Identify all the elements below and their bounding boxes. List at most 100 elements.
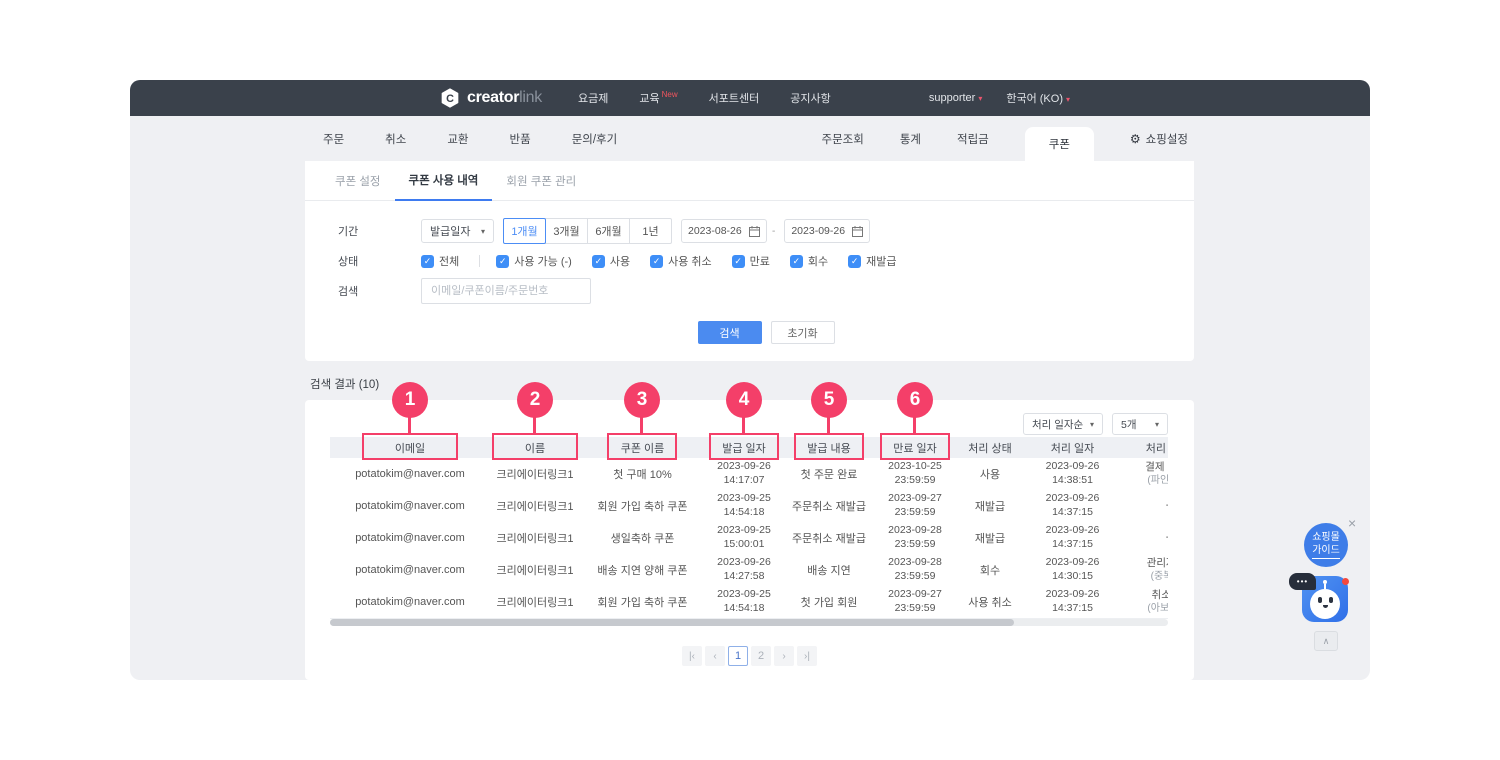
status-checkbox-use-cancel[interactable]: ✓사용 취소 bbox=[650, 253, 712, 269]
time-line: 23:59:59 bbox=[875, 602, 955, 616]
top-navbar: C creatorlink 요금제 교육New 서포트센터 공지사항 suppo… bbox=[130, 80, 1370, 116]
subnav-item-orders[interactable]: 주문 bbox=[323, 131, 344, 147]
date-range-separator: - bbox=[772, 226, 775, 237]
top-menu: 요금제 교육New 서포트센터 공지사항 bbox=[578, 90, 831, 106]
date-line: 2023-09-26 bbox=[1025, 588, 1120, 602]
sort-order-select[interactable]: 처리 일자순 ▾ bbox=[1023, 413, 1103, 435]
cell-email: potatokim@naver.com bbox=[330, 532, 490, 544]
subnav-item-statistics[interactable]: 통계 bbox=[900, 131, 921, 147]
detail-line: - bbox=[1120, 499, 1168, 513]
table-row: potatokim@naver.com 크리에이터링크1 생일축하 쿠폰 202… bbox=[330, 522, 1168, 554]
date-line: 2023-09-28 bbox=[875, 556, 955, 570]
status-checkbox-all[interactable]: ✓전체 bbox=[421, 253, 459, 269]
subnav-item-exchange[interactable]: 교환 bbox=[447, 131, 468, 147]
horizontal-scrollbar-thumb[interactable] bbox=[330, 619, 1014, 626]
table-row: potatokim@naver.com 크리에이터링크1 배송 지연 양해 쿠폰… bbox=[330, 554, 1168, 586]
shop-settings-link[interactable]: ⚙ 쇼핑설정 bbox=[1130, 131, 1188, 147]
sort-order-value: 처리 일자순 bbox=[1032, 417, 1083, 432]
cell-issue-detail: 주문취소 재발급 bbox=[783, 498, 875, 514]
account-dropdown[interactable]: supporter▾ bbox=[929, 92, 983, 104]
date-to-input[interactable]: 2023-09-26 bbox=[784, 219, 870, 243]
shop-guide-bubble[interactable]: 쇼핑몰 가이드 bbox=[1304, 523, 1348, 567]
time-line: 14:38:51 bbox=[1025, 474, 1120, 488]
cell-email: potatokim@naver.com bbox=[330, 468, 490, 480]
cell-process-status: 사용 취소 bbox=[955, 594, 1025, 610]
horizontal-scrollbar-track[interactable] bbox=[330, 619, 1168, 626]
pagination-next-button[interactable]: › bbox=[774, 646, 794, 666]
date-type-select[interactable]: 발급일자 ▾ bbox=[421, 219, 494, 243]
range-3month-button[interactable]: 3개월 bbox=[545, 218, 588, 244]
cell-expire-date: 2023-09-2723:59:59 bbox=[875, 588, 955, 615]
cell-coupon-name: 회원 가입 축하 쿠폰 bbox=[580, 594, 705, 610]
time-line: 14:37:15 bbox=[1025, 602, 1120, 616]
date-line: 2023-09-25 bbox=[705, 588, 783, 602]
cell-issue-date: 2023-09-2514:54:18 bbox=[705, 588, 783, 615]
detail-subline: (파인애플 bbox=[1120, 474, 1168, 487]
subnav-item-order-search[interactable]: 주문조회 bbox=[821, 131, 863, 147]
top-menu-notice[interactable]: 공지사항 bbox=[790, 90, 830, 106]
date-from-input[interactable]: 2023-08-26 bbox=[681, 219, 767, 243]
status-checkbox-expired[interactable]: ✓만료 bbox=[732, 253, 770, 269]
callout-1: 1 bbox=[392, 382, 428, 418]
scroll-to-top-button[interactable]: ∧ bbox=[1314, 631, 1338, 651]
subnav-item-points[interactable]: 적립금 bbox=[957, 131, 989, 147]
time-line: 14:54:18 bbox=[705, 602, 783, 616]
guide-close-icon[interactable]: × bbox=[1348, 516, 1356, 530]
cell-expire-date: 2023-10-2523:59:59 bbox=[875, 460, 955, 487]
col-header-process-date: 처리 일자 bbox=[1025, 440, 1120, 456]
top-menu-pricing[interactable]: 요금제 bbox=[578, 90, 608, 106]
pagination-page-1[interactable]: 1 bbox=[728, 646, 748, 666]
cell-issue-detail: 주문취소 재발급 bbox=[783, 530, 875, 546]
filter-buttons: 검색 초기화 bbox=[338, 321, 1194, 344]
filter-form: 기간 발급일자 ▾ 1개월 3개월 6개월 1년 2023-08-26 bbox=[305, 201, 1194, 344]
status-label: 상태 bbox=[338, 253, 421, 269]
search-button[interactable]: 검색 bbox=[698, 321, 762, 344]
search-input[interactable] bbox=[421, 278, 591, 304]
status-checkbox-used[interactable]: ✓사용 bbox=[592, 253, 630, 269]
date-line: 2023-09-26 bbox=[1025, 460, 1120, 474]
range-1year-button[interactable]: 1년 bbox=[629, 218, 672, 244]
page-size-select[interactable]: 5개 ▾ bbox=[1112, 413, 1168, 435]
top-menu-support-center[interactable]: 서포트센터 bbox=[709, 90, 760, 106]
time-line: 23:59:59 bbox=[875, 506, 955, 520]
status-checkbox-retrieved[interactable]: ✓회수 bbox=[790, 253, 828, 269]
checkbox-checked-icon: ✓ bbox=[848, 255, 861, 268]
checkbox-checked-icon: ✓ bbox=[650, 255, 663, 268]
creatorlink-logo[interactable]: C creatorlink bbox=[440, 88, 542, 108]
pagination-page-2[interactable]: 2 bbox=[751, 646, 771, 666]
cell-issue-detail: 배송 지연 bbox=[783, 562, 875, 578]
cell-process-detail: 결제 시 사(파인애플 bbox=[1120, 461, 1168, 488]
subnav-item-cancel[interactable]: 취소 bbox=[385, 131, 406, 147]
tab-coupon-usage-history[interactable]: 쿠폰 사용 내역 bbox=[395, 161, 493, 201]
cell-issue-date: 2023-09-2614:27:58 bbox=[705, 556, 783, 583]
date-line: 2023-09-26 bbox=[1025, 492, 1120, 506]
table-row: potatokim@naver.com 크리에이터링크1 회원 가입 축하 쿠폰… bbox=[330, 490, 1168, 522]
pagination-first-button[interactable]: |‹ bbox=[682, 646, 702, 666]
creatorlink-wordmark: creatorlink bbox=[467, 89, 542, 107]
robot-eye bbox=[1329, 597, 1333, 603]
status-checkbox-usable[interactable]: ✓사용 가능 (-) bbox=[496, 253, 572, 269]
subnav-item-return[interactable]: 반품 bbox=[510, 131, 531, 147]
range-1month-button[interactable]: 1개월 bbox=[503, 218, 546, 244]
pagination-last-button[interactable]: ›| bbox=[797, 646, 817, 666]
pagination-prev-button[interactable]: ‹ bbox=[705, 646, 725, 666]
date-line: 2023-09-28 bbox=[875, 524, 955, 538]
tab-member-coupon-management[interactable]: 회원 쿠폰 관리 bbox=[492, 161, 590, 200]
callout-3: 3 bbox=[624, 382, 660, 418]
tab-coupon-settings[interactable]: 쿠폰 설정 bbox=[321, 161, 395, 200]
time-line: 23:59:59 bbox=[875, 570, 955, 584]
reset-button[interactable]: 초기화 bbox=[771, 321, 835, 344]
date-from-value: 2023-08-26 bbox=[688, 225, 742, 237]
top-menu-education[interactable]: 교육New bbox=[639, 90, 677, 106]
cell-issue-detail: 첫 가입 회원 bbox=[783, 594, 875, 610]
callout-stem bbox=[640, 417, 643, 434]
subnav-item-inquiry-review[interactable]: 문의/후기 bbox=[572, 131, 618, 147]
cell-expire-date: 2023-09-2823:59:59 bbox=[875, 524, 955, 551]
subnav-tab-coupon-active[interactable]: 쿠폰 bbox=[1025, 127, 1094, 161]
app-window: C creatorlink 요금제 교육New 서포트센터 공지사항 suppo… bbox=[130, 80, 1370, 680]
detail-line: 결제 시 사 bbox=[1120, 461, 1168, 475]
range-6month-button[interactable]: 6개월 bbox=[587, 218, 630, 244]
language-dropdown[interactable]: 한국어 (KO)▾ bbox=[1006, 90, 1070, 106]
status-checkbox-reissued[interactable]: ✓재발급 bbox=[848, 253, 896, 269]
robot-mouth bbox=[1323, 605, 1328, 608]
